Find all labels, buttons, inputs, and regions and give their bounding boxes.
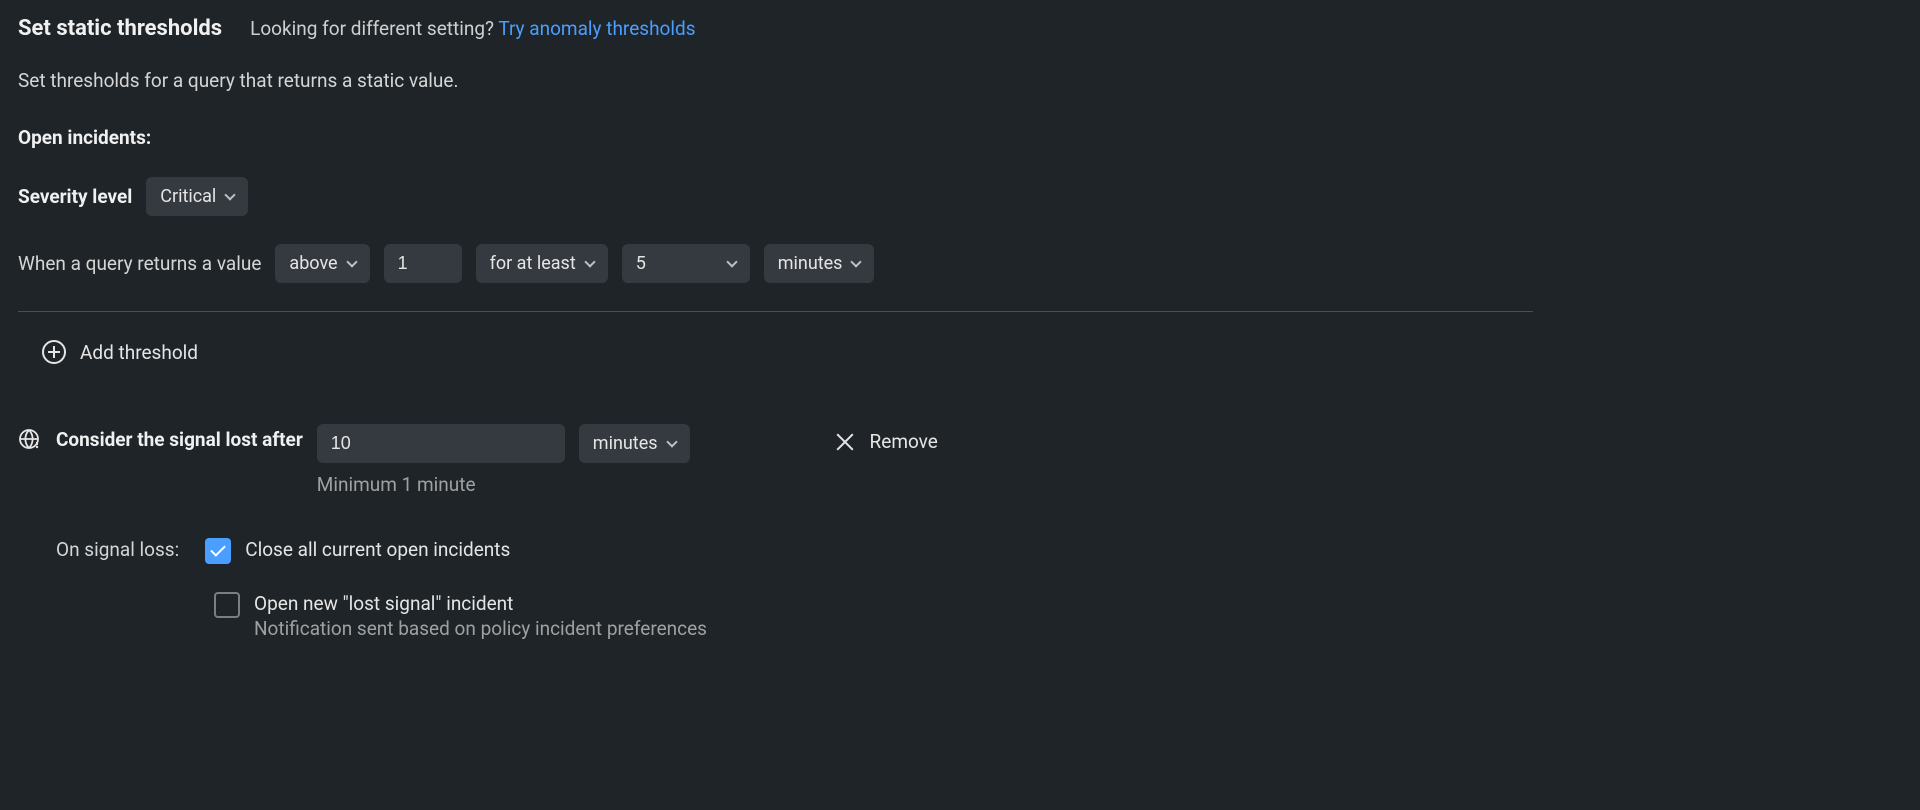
chevron-down-icon — [851, 256, 862, 267]
add-threshold-button[interactable]: Add threshold — [42, 340, 198, 364]
helper-text: Looking for different setting? Try anoma… — [250, 17, 695, 40]
plus-circle-icon — [42, 340, 66, 364]
chevron-down-icon — [584, 256, 595, 267]
operator-dropdown[interactable]: above — [275, 244, 369, 283]
open-new-incident-checkbox[interactable] — [214, 592, 240, 618]
anomaly-link[interactable]: Try anomaly thresholds — [498, 17, 695, 40]
chevron-down-icon — [225, 189, 236, 200]
open-new-incident-label: Open new "lost signal" incident — [254, 592, 707, 615]
helper-prefix: Looking for different setting? — [250, 17, 494, 40]
duration-value-dropdown[interactable]: 5 — [622, 244, 750, 283]
duration-unit-dropdown[interactable]: minutes — [764, 244, 875, 283]
duration-value: 5 — [636, 253, 646, 274]
globe-warning-icon — [18, 428, 42, 452]
chevron-down-icon — [726, 256, 737, 267]
duration-unit-value: minutes — [778, 253, 843, 274]
on-signal-loss-label: On signal loss: — [56, 538, 179, 561]
operator-value: above — [289, 253, 337, 274]
signal-lost-input[interactable] — [317, 424, 565, 463]
divider — [18, 311, 1533, 312]
chevron-down-icon — [346, 256, 357, 267]
close-incidents-checkbox[interactable] — [205, 538, 231, 564]
page-title: Set static thresholds — [18, 16, 222, 41]
open-new-incident-sublabel: Notification sent based on policy incide… — [254, 617, 707, 640]
description-text: Set thresholds for a query that returns … — [18, 69, 1902, 92]
signal-lost-label: Consider the signal lost after — [56, 428, 303, 451]
close-incidents-label: Close all current open incidents — [245, 538, 510, 561]
chevron-down-icon — [666, 436, 677, 447]
severity-label: Severity level — [18, 185, 132, 208]
severity-value: Critical — [160, 186, 216, 207]
close-icon — [834, 431, 856, 453]
signal-lost-unit-value: minutes — [593, 433, 658, 454]
open-incidents-label: Open incidents: — [18, 126, 1902, 149]
duration-mode-dropdown[interactable]: for at least — [476, 244, 608, 283]
threshold-input[interactable] — [384, 244, 462, 283]
remove-button[interactable]: Remove — [834, 430, 938, 453]
signal-lost-hint: Minimum 1 minute — [317, 473, 690, 496]
severity-dropdown[interactable]: Critical — [146, 177, 248, 216]
query-condition-label: When a query returns a value — [18, 252, 261, 275]
remove-label: Remove — [870, 430, 938, 453]
signal-lost-unit-dropdown[interactable]: minutes — [579, 424, 690, 463]
add-threshold-label: Add threshold — [80, 341, 198, 364]
duration-mode-value: for at least — [490, 253, 576, 274]
